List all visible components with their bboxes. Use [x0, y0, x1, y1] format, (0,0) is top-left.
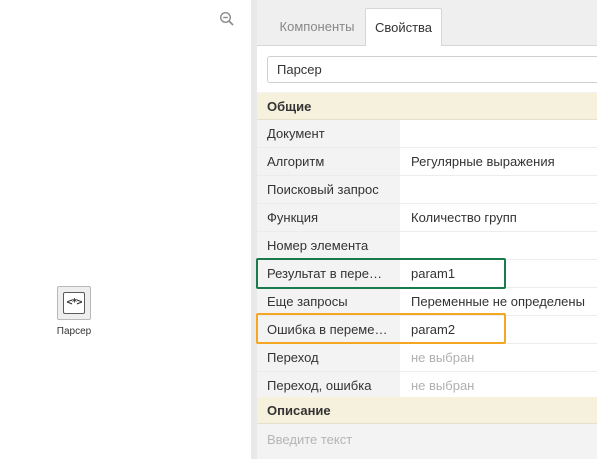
property-row-search-query[interactable]: Поисковый запрос [257, 176, 597, 204]
property-value[interactable]: Переменные не определены [400, 288, 597, 315]
property-key: Еще запросы [257, 288, 400, 315]
property-row-document[interactable]: Документ [257, 120, 597, 148]
property-key: Ошибка в переме… [257, 316, 400, 343]
name-field-wrap [257, 46, 597, 92]
description-input[interactable]: Введите текст [257, 424, 597, 459]
property-row-result-variable[interactable]: Результат в пере… param1 [257, 260, 597, 288]
property-key: Переход, ошибка [257, 372, 400, 399]
property-value[interactable]: Количество групп [400, 204, 597, 231]
property-key: Документ [257, 120, 400, 147]
property-key: Алгоритм [257, 148, 400, 175]
tab-components[interactable]: Компоненты [267, 8, 367, 46]
component-name-input[interactable] [267, 56, 597, 83]
parser-icon: <*> [63, 292, 85, 314]
property-row-function[interactable]: Функция Количество групп [257, 204, 597, 232]
tab-properties[interactable]: Свойства [365, 8, 442, 47]
property-row-more-queries[interactable]: Еще запросы Переменные не определены [257, 288, 597, 316]
parser-node[interactable]: <*> Парсер [48, 286, 100, 337]
property-value[interactable] [400, 176, 597, 203]
property-value[interactable]: param2 [400, 316, 597, 343]
parser-node-label: Парсер [56, 326, 92, 337]
property-value[interactable] [400, 232, 597, 259]
section-description-header: Описание [257, 397, 597, 424]
property-key: Результат в пере… [257, 260, 400, 287]
property-value[interactable]: param1 [400, 260, 597, 287]
property-key: Функция [257, 204, 400, 231]
property-row-algorithm[interactable]: Алгоритм Регулярные выражения [257, 148, 597, 176]
property-value[interactable]: не выбран [400, 344, 597, 371]
zoom-out-icon[interactable] [219, 11, 235, 27]
property-value[interactable]: не выбран [400, 372, 597, 399]
tab-bar: Компоненты Свойства [257, 0, 597, 47]
property-key: Поисковый запрос [257, 176, 400, 203]
workflow-canvas[interactable]: <*> Парсер [0, 0, 251, 459]
property-key: Номер элемента [257, 232, 400, 259]
property-row-element-number[interactable]: Номер элемента [257, 232, 597, 260]
property-value[interactable] [400, 120, 597, 147]
parser-node-icon-frame: <*> [57, 286, 91, 320]
properties-panel: Компоненты Свойства Общие Документ Алгор… [257, 0, 597, 459]
section-general-header: Общие [257, 93, 597, 120]
property-row-error-variable[interactable]: Ошибка в переме… param2 [257, 316, 597, 344]
property-row-transition-error[interactable]: Переход, ошибка не выбран [257, 372, 597, 400]
property-key: Переход [257, 344, 400, 371]
property-value[interactable]: Регулярные выражения [400, 148, 597, 175]
property-row-transition[interactable]: Переход не выбран [257, 344, 597, 372]
